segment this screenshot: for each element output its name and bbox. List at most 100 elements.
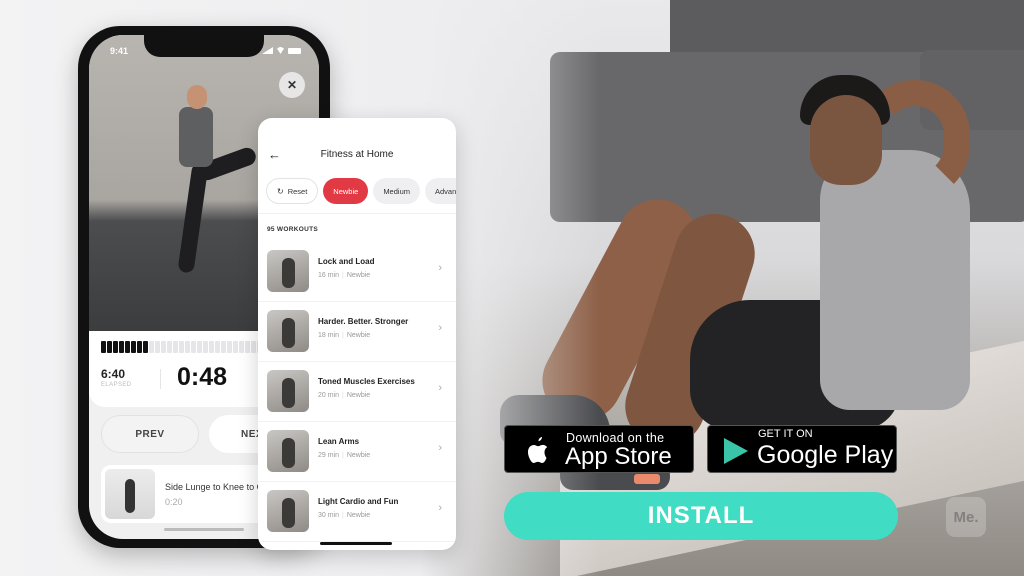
progress-segment [197, 341, 202, 353]
workout-level: Newbie [346, 332, 371, 339]
progress-segment [119, 341, 124, 353]
close-icon: ✕ [286, 78, 298, 92]
divider [160, 369, 161, 389]
prev-button[interactable]: PREV [101, 415, 199, 453]
elapsed-label: ELAPSED [101, 382, 132, 388]
status-time: 9:41 [110, 46, 129, 56]
home-indicator [164, 528, 244, 531]
filter-advanced[interactable]: Advanced [425, 178, 456, 204]
install-button[interactable]: INSTALL [504, 492, 898, 540]
filter-newbie[interactable]: Newbie [323, 178, 369, 204]
progress-segment [179, 341, 184, 353]
signal-icon [262, 47, 273, 54]
progress-segment [191, 341, 196, 353]
next-exercise-thumbnail [105, 469, 155, 519]
workout-meta: 18 min | Newbie [318, 332, 371, 339]
countdown-timer: 0:48 [177, 363, 228, 391]
workout-title: Light Cardio and Fun [318, 497, 399, 506]
progress-segment [221, 341, 226, 353]
workout-duration: 16 min [318, 272, 340, 279]
workout-list-item[interactable]: Lean Arms 29 min | Newbie › [258, 422, 456, 482]
phone-notch [144, 35, 264, 57]
progress-segment [167, 341, 172, 353]
workout-level: Newbie [346, 512, 371, 519]
progress-segment [155, 341, 160, 353]
progress-segment [233, 341, 238, 353]
progress-segment [149, 341, 154, 353]
workout-thumbnail [267, 430, 309, 472]
reset-icon: ↻ [277, 186, 284, 196]
filter-reset[interactable]: ↻ Reset [266, 178, 319, 204]
workout-level: Newbie [346, 392, 371, 399]
chevron-right-icon: › [438, 322, 442, 334]
wifi-icon [276, 47, 285, 54]
chip-label: Reset [287, 186, 308, 196]
progress-segment [161, 341, 166, 353]
workout-thumbnail [267, 250, 309, 292]
workout-meta: 29 min | Newbie [318, 452, 371, 459]
workout-list-item[interactable]: Lock and Load 16 min | Newbie › [258, 242, 456, 302]
progress-segment [131, 341, 136, 353]
google-play-button[interactable]: GET IT ON Google Play [707, 425, 897, 473]
progress-segment [209, 341, 214, 353]
progress-segment [239, 341, 244, 353]
workout-thumbnail [267, 310, 309, 352]
watermark-logo: Me. [946, 497, 986, 537]
workout-meta: 16 min | Newbie [318, 272, 371, 279]
progress-segment [107, 341, 112, 353]
status-icons [262, 47, 301, 54]
progress-segment [143, 341, 148, 353]
close-button[interactable]: ✕ [279, 72, 305, 98]
progress-segment [245, 341, 250, 353]
progress-segment [173, 341, 178, 353]
progress-segment [137, 341, 142, 353]
workout-duration: 30 min [318, 512, 340, 519]
progress-segment [185, 341, 190, 353]
progress-segment [227, 341, 232, 353]
workout-title: Lean Arms [318, 437, 360, 446]
workout-duration: 29 min [318, 452, 340, 459]
level-filters: ↻Reset Newbie Medium Advanced [266, 178, 456, 204]
workout-duration: 20 min [318, 392, 340, 399]
workout-list-item[interactable]: Harder. Better. Stronger 18 min | Newbie › [258, 302, 456, 362]
workout-duration: 18 min [318, 332, 340, 339]
workout-list-item[interactable]: Toned Muscles Exercises 20 min | Newbie › [258, 362, 456, 422]
battery-icon [288, 47, 301, 54]
elapsed-time: 6:40 [101, 367, 126, 381]
workout-list-item[interactable]: Light Cardio and Fun 30 min | Newbie › [258, 482, 456, 542]
workout-thumbnail [267, 490, 309, 532]
workout-count: 95 WORKOUTS [267, 226, 318, 233]
workout-title: Harder. Better. Stronger [318, 317, 409, 326]
chevron-right-icon: › [438, 442, 442, 454]
workout-level: Newbie [346, 452, 371, 459]
next-exercise-duration: 0:20 [165, 497, 183, 507]
chevron-right-icon: › [438, 262, 442, 274]
workout-title: Lock and Load [318, 257, 375, 266]
progress-segment [215, 341, 220, 353]
apple-logo-icon [523, 435, 551, 474]
workout-level: Newbie [346, 272, 371, 279]
app-store-button[interactable]: Download on the App Store [504, 425, 694, 473]
workout-title: Toned Muscles Exercises [318, 377, 415, 386]
athlete-figure [167, 85, 259, 285]
progress-segment [113, 341, 118, 353]
divider [258, 213, 456, 214]
chevron-right-icon: › [438, 382, 442, 394]
progress-segment [125, 341, 130, 353]
app-store-label: App Store [565, 443, 672, 470]
workout-list-screen: ← Fitness at Home ↻ Reset Newbie Medium A… [258, 118, 456, 550]
workout-list: Lock and Load 16 min | Newbie › Harder. Be… [258, 242, 456, 542]
progress-segment [203, 341, 208, 353]
home-indicator [320, 542, 392, 545]
google-play-label: Google Play [757, 441, 894, 469]
workout-thumbnail [267, 370, 309, 412]
google-play-logo-icon [724, 438, 748, 464]
page-title: Fitness at Home [320, 149, 394, 160]
workout-meta: 30 min | Newbie [318, 512, 371, 519]
chevron-right-icon: › [438, 502, 442, 514]
man-head [810, 95, 882, 185]
progress-segment [101, 341, 106, 353]
progress-segment [251, 341, 256, 353]
filter-medium[interactable]: Medium [373, 178, 420, 204]
workout-meta: 20 min | Newbie [318, 392, 371, 399]
